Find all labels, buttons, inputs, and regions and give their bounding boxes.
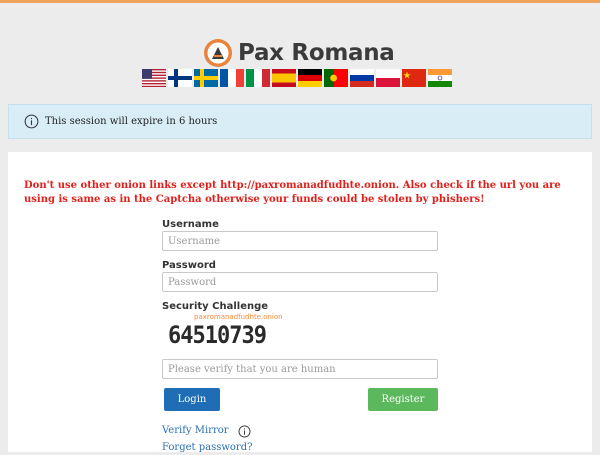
flag-se-icon[interactable] [194, 69, 218, 87]
flag-in-icon[interactable] [428, 69, 452, 87]
flag-pl-icon[interactable] [376, 69, 400, 87]
info-icon [24, 114, 39, 129]
verify-mirror-row: Verify Mirror [162, 424, 438, 438]
register-button[interactable]: Register [368, 388, 438, 411]
session-alert-text: This session will expire in 6 hours [45, 116, 218, 127]
flag-pt-icon[interactable] [324, 69, 348, 87]
captcha-domain: paxromanadfudhte.onion [194, 313, 283, 321]
flag-fi-icon[interactable] [168, 69, 192, 87]
phishing-warning: Don't use other onion links except http:… [24, 180, 561, 205]
password-label: Password [162, 260, 216, 271]
verify-mirror-link[interactable]: Verify Mirror [162, 424, 229, 438]
captcha-input[interactable] [162, 359, 438, 379]
brand-logo[interactable]: Pax Romana [203, 36, 395, 70]
flag-es-icon[interactable] [272, 69, 296, 87]
security-challenge-label: Security Challenge [162, 301, 269, 312]
captcha-code: 64510739 [168, 322, 267, 350]
username-label: Username [162, 219, 219, 230]
forgot-password-link[interactable]: Forget password? [162, 441, 438, 455]
login-button[interactable]: Login [164, 388, 220, 411]
captcha-image: paxromanadfudhte.onion 64510739 [162, 313, 438, 351]
form-buttons: Login Register [162, 388, 438, 414]
flag-it-icon[interactable] [246, 69, 270, 87]
top-accent-bar [0, 0, 600, 3]
flag-ru-icon[interactable] [350, 69, 374, 87]
flag-us-icon[interactable] [142, 69, 166, 87]
form-links: Verify Mirror Forget password? [162, 424, 438, 455]
password-input[interactable] [162, 272, 438, 292]
flag-cn-icon[interactable] [402, 69, 426, 87]
login-form: Username Password Security Challenge pax… [162, 218, 438, 455]
language-selector [142, 69, 454, 87]
pax-romana-logo-icon [204, 39, 232, 67]
session-alert: This session will expire in 6 hours [8, 104, 592, 139]
brand-name: Pax Romana [238, 40, 395, 66]
flag-fr-icon[interactable] [220, 69, 244, 87]
username-input[interactable] [162, 231, 438, 251]
login-panel: Don't use other onion links except http:… [8, 152, 592, 455]
flag-de-icon[interactable] [298, 69, 322, 87]
info-icon[interactable] [238, 425, 251, 438]
